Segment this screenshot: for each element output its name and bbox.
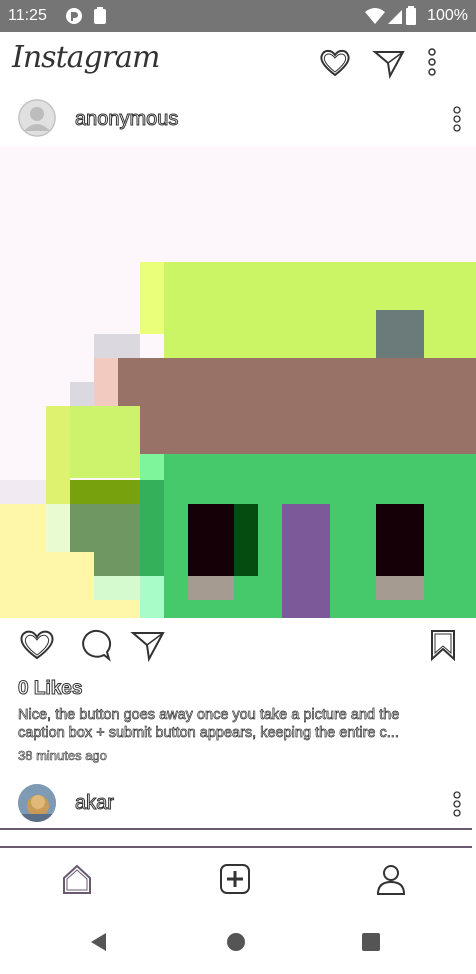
status-time: 11:25 bbox=[8, 7, 47, 24]
post-more-icon[interactable] bbox=[450, 105, 464, 140]
caption-line-2: caption box + submit button appears, kee… bbox=[18, 725, 399, 742]
recents-icon[interactable] bbox=[360, 930, 382, 959]
post-image[interactable] bbox=[0, 146, 476, 618]
share-icon[interactable] bbox=[130, 628, 166, 667]
post-header: anonymous bbox=[0, 95, 476, 145]
app-bar: Instagram bbox=[0, 32, 476, 92]
send-icon[interactable] bbox=[372, 47, 406, 84]
heart-icon[interactable] bbox=[318, 47, 352, 84]
app-notification-icon bbox=[64, 6, 84, 31]
clipboard-icon bbox=[92, 6, 108, 31]
more-vert-icon[interactable] bbox=[424, 47, 440, 84]
post-time-ago: 38 minutes ago bbox=[18, 748, 108, 764]
like-icon[interactable] bbox=[18, 628, 56, 667]
wifi-icon bbox=[364, 6, 386, 31]
next-post-more-icon[interactable] bbox=[450, 790, 464, 825]
avatar[interactable] bbox=[18, 784, 56, 822]
caption-line-1: Nice, the button goes away once you take… bbox=[18, 707, 400, 724]
next-post-username[interactable]: akar bbox=[75, 792, 115, 815]
add-post-icon[interactable] bbox=[218, 862, 252, 901]
avatar[interactable] bbox=[18, 99, 56, 137]
bookmark-icon[interactable] bbox=[428, 628, 458, 667]
post-username[interactable]: anonymous bbox=[74, 108, 178, 131]
home-circle-icon[interactable] bbox=[224, 930, 248, 959]
comment-icon[interactable] bbox=[76, 628, 112, 667]
bottom-nav bbox=[0, 848, 476, 914]
battery-icon bbox=[405, 6, 417, 31]
next-post-header: akar bbox=[0, 780, 476, 828]
home-icon[interactable] bbox=[60, 862, 94, 901]
post-caption[interactable]: Nice, the button goes away once you take… bbox=[18, 706, 466, 742]
signal-icon bbox=[386, 6, 404, 31]
status-bar: 11:25 100% bbox=[0, 0, 476, 32]
battery-percent: 100% bbox=[427, 7, 468, 24]
profile-icon[interactable] bbox=[374, 862, 408, 901]
system-nav-bar bbox=[0, 914, 476, 974]
app-logo: Instagram bbox=[12, 40, 160, 75]
likes-count[interactable]: 0 Likes bbox=[17, 678, 82, 700]
post-actions bbox=[0, 620, 476, 670]
back-icon[interactable] bbox=[88, 930, 110, 959]
